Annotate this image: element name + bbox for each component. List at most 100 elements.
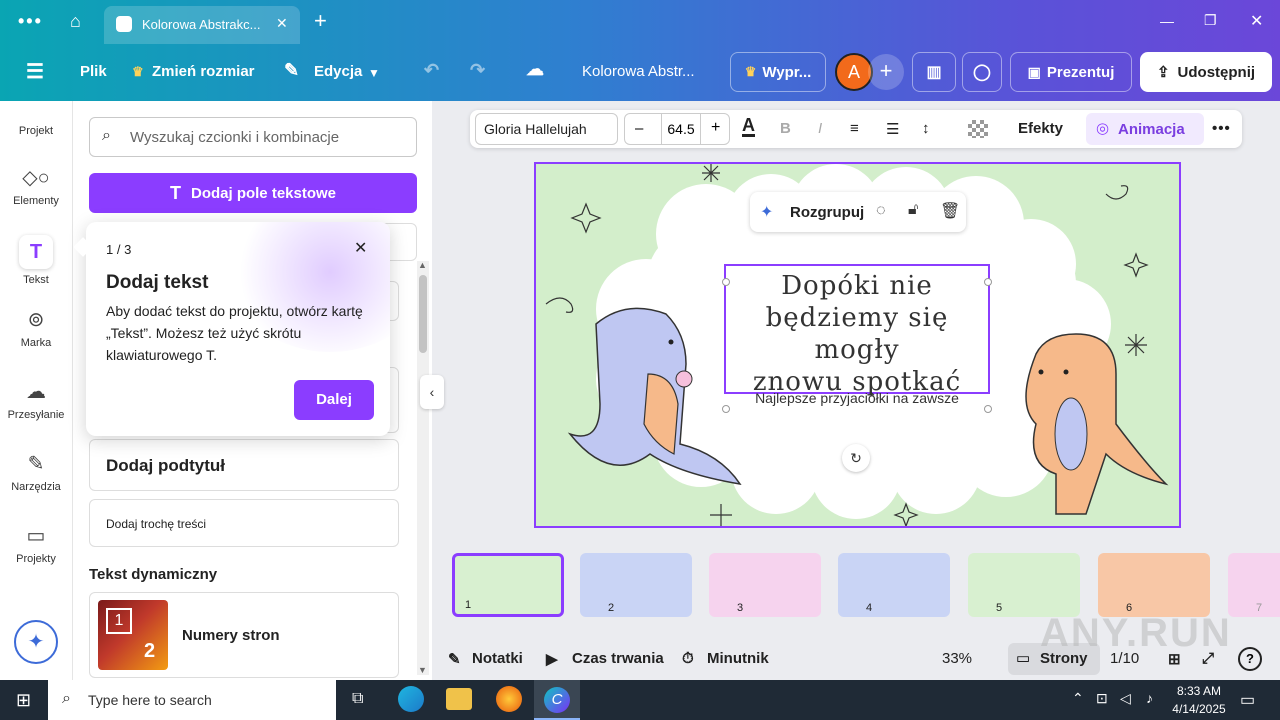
add-comment-icon[interactable]: ◌ — [876, 202, 886, 220]
share-button[interactable]: ⇪ Udostępnij — [1140, 52, 1272, 92]
title-text-box[interactable]: Dopóki nie będziemy się mogły znowu spot… — [724, 264, 990, 397]
font-family-select[interactable]: Gloria Hallelujah — [475, 113, 618, 145]
duration-icon[interactable]: ▶ — [546, 650, 558, 668]
more-options-icon[interactable]: ••• — [1212, 120, 1231, 137]
subtitle-card[interactable]: Dodaj podtytuł — [89, 439, 399, 491]
add-textbox-button[interactable]: T Dodaj pole tekstowe — [89, 173, 417, 213]
edge-icon[interactable] — [398, 686, 424, 712]
scroll-up-icon[interactable]: ▲ — [418, 260, 427, 270]
insights-button[interactable]: ▥ — [912, 52, 956, 92]
add-collaborator-icon[interactable]: + — [868, 54, 904, 90]
resize-handle[interactable] — [722, 405, 730, 413]
rail-item-uploads[interactable]: ☁ Przesyłanie — [0, 379, 72, 421]
collapse-panel-icon[interactable]: ‹ — [420, 375, 444, 409]
page-thumbnail[interactable]: 3 — [709, 553, 821, 617]
hamburger-icon[interactable]: ☰ — [26, 59, 44, 84]
scroll-down-icon[interactable]: ▼ — [418, 665, 427, 675]
align-center-icon[interactable]: ≡ — [850, 120, 859, 137]
clock-date[interactable]: 4/14/2025 — [1164, 702, 1234, 716]
magic-assistant-icon[interactable]: ✦ — [14, 620, 58, 664]
document-title[interactable]: Kolorowa Abstr... — [582, 63, 695, 80]
panel-scrollbar[interactable] — [417, 261, 429, 675]
rail-item-elements[interactable]: ◇○ Elementy — [0, 165, 72, 207]
page-thumbnail[interactable]: 4 — [838, 553, 950, 617]
browser-tab[interactable]: Kolorowa Abstrakc... ✕ — [104, 6, 300, 44]
notes-icon[interactable]: ✎ — [448, 650, 461, 668]
tooltip-close-icon[interactable]: ✕ — [354, 238, 367, 258]
tray-chevron-icon[interactable]: ⌃ — [1072, 690, 1084, 707]
trash-icon[interactable]: 🗑︎ — [940, 201, 960, 221]
rotate-icon[interactable]: ↻ — [842, 444, 870, 472]
timer-icon[interactable]: ⏱ — [682, 650, 694, 667]
clock-time[interactable]: 8:33 AM — [1168, 684, 1230, 698]
help-button[interactable]: ? — [1238, 647, 1262, 671]
page-thumbnail[interactable]: 7 — [1228, 553, 1280, 617]
window-close-icon[interactable]: ✕ — [1250, 11, 1263, 31]
file-explorer-icon[interactable] — [446, 688, 472, 710]
browser-menu-icon[interactable]: ••• — [18, 11, 43, 32]
bold-icon[interactable]: B — [780, 120, 791, 137]
speaker-icon[interactable]: ♪ — [1146, 690, 1153, 706]
undo-icon[interactable]: ↶ — [424, 60, 439, 81]
comment-button[interactable]: ◯ — [962, 52, 1002, 92]
file-menu[interactable]: Plik — [80, 63, 107, 80]
chevron-down-icon[interactable]: ▼ — [368, 66, 380, 80]
slide-subtitle[interactable]: Najlepsze przyjaciółki na zawsze — [724, 390, 990, 410]
present-button[interactable]: ▣ Prezentuj — [1010, 52, 1132, 92]
page-thumbnail[interactable]: 2 — [580, 553, 692, 617]
lock-icon[interactable]: 🔓︎ — [908, 201, 918, 219]
volume-icon[interactable]: ◁ — [1120, 690, 1131, 707]
zoom-level[interactable]: 33% — [942, 650, 972, 667]
resize-handle[interactable] — [984, 278, 992, 286]
page-thumbnail[interactable]: 6 — [1098, 553, 1210, 617]
italic-icon[interactable]: I — [818, 120, 822, 137]
body-card[interactable]: Dodaj trochę treści — [89, 499, 399, 547]
resize-handle[interactable] — [722, 278, 730, 286]
duration-button[interactable]: Czas trwania — [572, 650, 664, 667]
resize-button[interactable]: Zmień rozmiar — [152, 63, 255, 80]
tooltip-next-button[interactable]: Dalej — [294, 380, 374, 420]
scrollbar-thumb[interactable] — [419, 275, 427, 353]
page-thumbnail[interactable]: 1 — [452, 553, 564, 617]
font-search-field[interactable]: ⌕ Wyszukaj czcionki i kombinacje — [89, 117, 417, 157]
page-thumbnail[interactable]: 5 — [968, 553, 1080, 617]
rail-item-brand[interactable]: ⊚ Marka — [0, 307, 72, 349]
font-size-value[interactable]: 64.5 — [661, 114, 701, 144]
ungroup-button[interactable]: Rozgrupuj — [790, 204, 864, 221]
edit-menu[interactable]: Edycja — [314, 63, 362, 80]
list-icon[interactable]: ☰ — [886, 120, 899, 138]
firefox-icon[interactable] — [496, 686, 522, 712]
rail-item-projects[interactable]: ▭ Projekty — [0, 523, 72, 565]
resize-handle[interactable] — [984, 405, 992, 413]
redo-icon[interactable]: ↷ — [470, 60, 485, 81]
home-icon[interactable]: ⌂ — [70, 11, 81, 32]
slide-title[interactable]: Dopóki nie będziemy się mogły znowu spot… — [726, 270, 988, 398]
task-view-icon[interactable]: ⧉ — [352, 690, 363, 708]
canva-taskbar-item[interactable]: C — [534, 680, 580, 720]
rail-item-text[interactable]: T Tekst — [0, 235, 72, 286]
network-icon[interactable]: ⊡ — [1096, 690, 1108, 707]
windows-start-icon[interactable]: ⊞ — [16, 690, 31, 711]
timer-button[interactable]: Minutnik — [707, 650, 769, 667]
new-tab-icon[interactable]: + — [314, 8, 327, 34]
transparency-icon[interactable] — [968, 120, 988, 138]
font-size-decrease[interactable]: – — [635, 120, 643, 137]
magic-wand-icon[interactable]: ✦ — [760, 202, 773, 222]
page-numbers-card[interactable]: 1 2 Numery stron — [89, 592, 399, 678]
tab-close-icon[interactable]: ✕ — [276, 15, 288, 32]
minimize-icon[interactable]: — — [1160, 13, 1174, 29]
cloud-save-icon[interactable]: ☁ — [526, 59, 544, 80]
spacing-icon[interactable]: ↕ — [922, 120, 930, 137]
upgrade-button[interactable]: ♛ Wypr... — [730, 52, 826, 92]
taskbar-search[interactable]: ⌕ Type here to search — [48, 680, 336, 720]
text-color-icon[interactable]: A — [742, 116, 755, 137]
font-size-increase[interactable]: + — [711, 119, 720, 137]
notifications-icon[interactable]: ▭ — [1240, 690, 1255, 710]
notes-button[interactable]: Notatki — [472, 650, 523, 667]
animation-button[interactable]: ◎ Animacja — [1086, 113, 1204, 145]
rail-item-tools[interactable]: ✎ Narzędzia — [0, 451, 72, 493]
effects-button[interactable]: Efekty — [1018, 120, 1063, 137]
rail-item-project[interactable]: Projekt — [0, 125, 72, 137]
slide-canvas[interactable]: ✦ Rozgrupuj ◌ 🔓︎ 🗑︎ Dopóki nie będziemy … — [534, 162, 1181, 528]
font-size-stepper[interactable]: – 64.5 + — [624, 113, 730, 145]
